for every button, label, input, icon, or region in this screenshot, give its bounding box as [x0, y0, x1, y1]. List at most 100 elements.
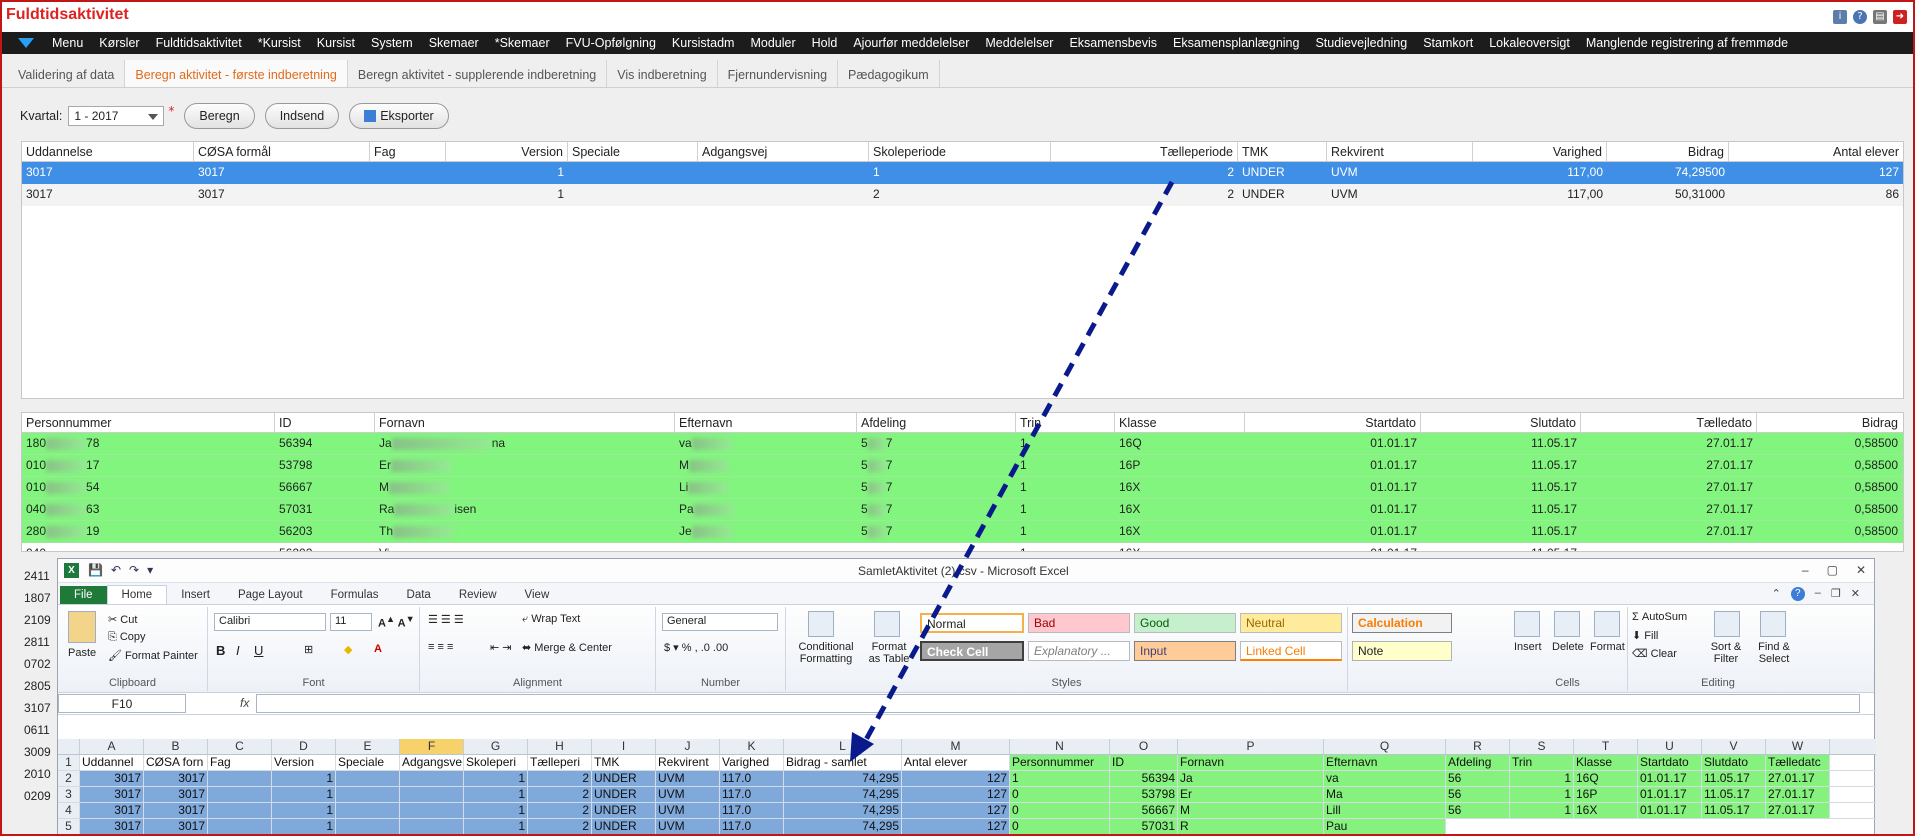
cell[interactable]: 1: [1010, 771, 1110, 786]
sort-filter-icon[interactable]: [1714, 611, 1740, 637]
format-as-table-icon[interactable]: [874, 611, 900, 637]
merge-center-button[interactable]: ⬌ Merge & Center: [522, 641, 612, 654]
header-cell[interactable]: Antal elever: [902, 755, 1010, 770]
col-header[interactable]: D: [272, 739, 336, 754]
cell[interactable]: 3017: [80, 803, 144, 818]
col-header[interactable]: G: [464, 739, 528, 754]
col-header[interactable]: W: [1766, 739, 1830, 754]
cell[interactable]: 2: [528, 771, 592, 786]
cell[interactable]: 11.05.17: [1702, 771, 1766, 786]
header-cell[interactable]: Bidrag - samlet: [784, 755, 902, 770]
cell[interactable]: 0: [1010, 819, 1110, 834]
grow-font-icon[interactable]: A▲ A▼: [378, 614, 415, 630]
minimize-icon[interactable]: –: [1802, 563, 1809, 577]
col-header[interactable]: J: [656, 739, 720, 754]
header-cell[interactable]: Tælleperi: [528, 755, 592, 770]
cell[interactable]: 27.01.17: [1766, 787, 1830, 802]
menu-item-manglende-registrering[interactable]: Manglende registrering af fremmøde: [1586, 36, 1788, 50]
sort-filter-button[interactable]: Sort & Filter: [1704, 641, 1748, 665]
menu-item-system[interactable]: System: [371, 36, 413, 50]
cell[interactable]: 2: [528, 787, 592, 802]
cell[interactable]: 1: [464, 771, 528, 786]
col-uddannelse[interactable]: Uddannelse: [22, 142, 194, 161]
delete-icon[interactable]: [1554, 611, 1580, 637]
col-rekvirent[interactable]: Rekvirent: [1327, 142, 1473, 161]
col-header[interactable]: U: [1638, 739, 1702, 754]
cell[interactable]: UNDER: [592, 819, 656, 834]
cell[interactable]: [400, 803, 464, 818]
header-cell[interactable]: Startdato: [1638, 755, 1702, 770]
header-cell[interactable]: Version: [272, 755, 336, 770]
menu-item-kursist[interactable]: Kursist: [317, 36, 355, 50]
col-header[interactable]: R: [1446, 739, 1510, 754]
tab-fjernundervisning[interactable]: Fjernundervisning: [718, 60, 839, 87]
col-header[interactable]: B: [144, 739, 208, 754]
cell[interactable]: 3017: [80, 819, 144, 834]
menu-item-skemaer-star[interactable]: *Skemaer: [495, 36, 550, 50]
cell[interactable]: [400, 787, 464, 802]
cell[interactable]: va: [1324, 771, 1446, 786]
copy-button[interactable]: ⎘ Copy: [108, 631, 146, 644]
undo-icon[interactable]: ↶: [111, 563, 121, 577]
cell[interactable]: 1: [464, 787, 528, 802]
menu-item-menu[interactable]: Menu: [52, 36, 83, 50]
tab-home[interactable]: Home: [106, 585, 168, 604]
col-skoleperiode[interactable]: Skoleperiode: [869, 142, 1051, 161]
tab-vis-indberetning[interactable]: Vis indberetning: [607, 60, 718, 87]
menu-item-kursistadm[interactable]: Kursistadm: [672, 36, 735, 50]
header-cell[interactable]: Slutdato: [1702, 755, 1766, 770]
minimize-icon[interactable]: –: [1815, 587, 1821, 601]
style-neutral[interactable]: Neutral: [1240, 613, 1342, 633]
cell[interactable]: Lill: [1324, 803, 1446, 818]
find-select-icon[interactable]: [1760, 611, 1786, 637]
style-check-cell[interactable]: Check Cell: [920, 641, 1024, 661]
col-fag[interactable]: Fag: [370, 142, 446, 161]
cell[interactable]: 0: [1010, 803, 1110, 818]
table-row[interactable]: 180 78 56394 Ja na va 57 1 16Q 01.01.17 11…: [22, 433, 1903, 455]
header-cell[interactable]: Speciale: [336, 755, 400, 770]
cell[interactable]: 74,295: [784, 803, 902, 818]
cell[interactable]: 53798: [1110, 787, 1178, 802]
header-cell[interactable]: Varighed: [720, 755, 784, 770]
menu-item-kursist-star[interactable]: *Kursist: [258, 36, 301, 50]
insert-button[interactable]: Insert: [1514, 641, 1542, 653]
redo-icon[interactable]: ↷: [129, 563, 139, 577]
cell[interactable]: 117.0: [720, 771, 784, 786]
cell[interactable]: 1: [272, 819, 336, 834]
header-cell[interactable]: TMK: [592, 755, 656, 770]
name-box[interactable]: F10: [58, 694, 186, 713]
cell[interactable]: 01.01.17: [1638, 787, 1702, 802]
cell[interactable]: 01.01.17: [1638, 803, 1702, 818]
cell[interactable]: 3017: [144, 819, 208, 834]
menu-item-korsler[interactable]: Kørsler: [99, 36, 139, 50]
underline-icon[interactable]: U: [254, 643, 263, 658]
cell[interactable]: [208, 787, 272, 802]
fill-button[interactable]: ⬇ Fill: [1632, 629, 1658, 642]
col-version[interactable]: Version: [446, 142, 568, 161]
style-normal[interactable]: Normal: [920, 613, 1024, 633]
style-input[interactable]: Input: [1134, 641, 1236, 661]
col-speciale[interactable]: Speciale: [568, 142, 698, 161]
sheet-header-row[interactable]: 1 Uddannel CØSA forn Fag Version Special…: [58, 755, 1876, 771]
tab-insert[interactable]: Insert: [167, 586, 224, 604]
cell[interactable]: 1: [1510, 787, 1574, 802]
col-header[interactable]: A: [80, 739, 144, 754]
font-color-icon[interactable]: A: [374, 643, 382, 655]
fx-icon[interactable]: fx: [240, 696, 249, 710]
header-cell[interactable]: Uddannel: [80, 755, 144, 770]
cell[interactable]: 1: [272, 787, 336, 802]
fill-color-icon[interactable]: ◆: [344, 643, 352, 656]
cell[interactable]: [208, 803, 272, 818]
cell[interactable]: [400, 771, 464, 786]
col-antal-elever[interactable]: Antal elever: [1729, 142, 1903, 161]
tab-beregn-forste[interactable]: Beregn aktivitet - første indberetning: [125, 60, 348, 87]
cell[interactable]: 117.0: [720, 803, 784, 818]
menu-item-studievejledning[interactable]: Studievejledning: [1315, 36, 1407, 50]
tab-review[interactable]: Review: [445, 586, 511, 604]
cell[interactable]: [400, 819, 464, 834]
find-select-button[interactable]: Find & Select: [1752, 641, 1796, 665]
cell[interactable]: 16X: [1574, 803, 1638, 818]
header-cell[interactable]: Fornavn: [1178, 755, 1324, 770]
cell[interactable]: [336, 787, 400, 802]
eksporter-button[interactable]: Eksporter: [349, 103, 449, 129]
